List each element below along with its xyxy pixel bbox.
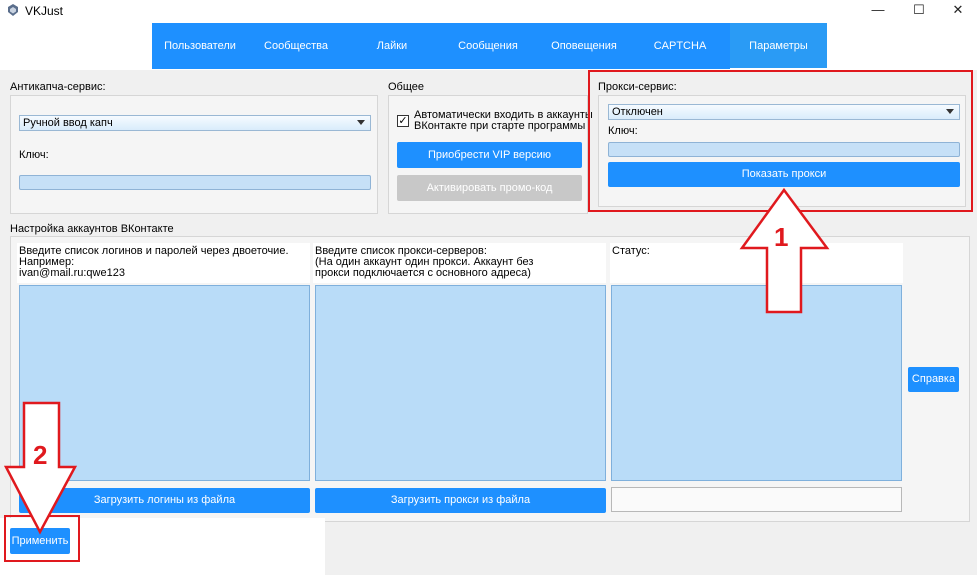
annotation-overlay — [3, 70, 973, 562]
annotation-marker-2: 2 — [33, 440, 48, 470]
proxy-highlight-box — [588, 70, 973, 212]
annotation-marker-1: 1 — [774, 222, 789, 252]
